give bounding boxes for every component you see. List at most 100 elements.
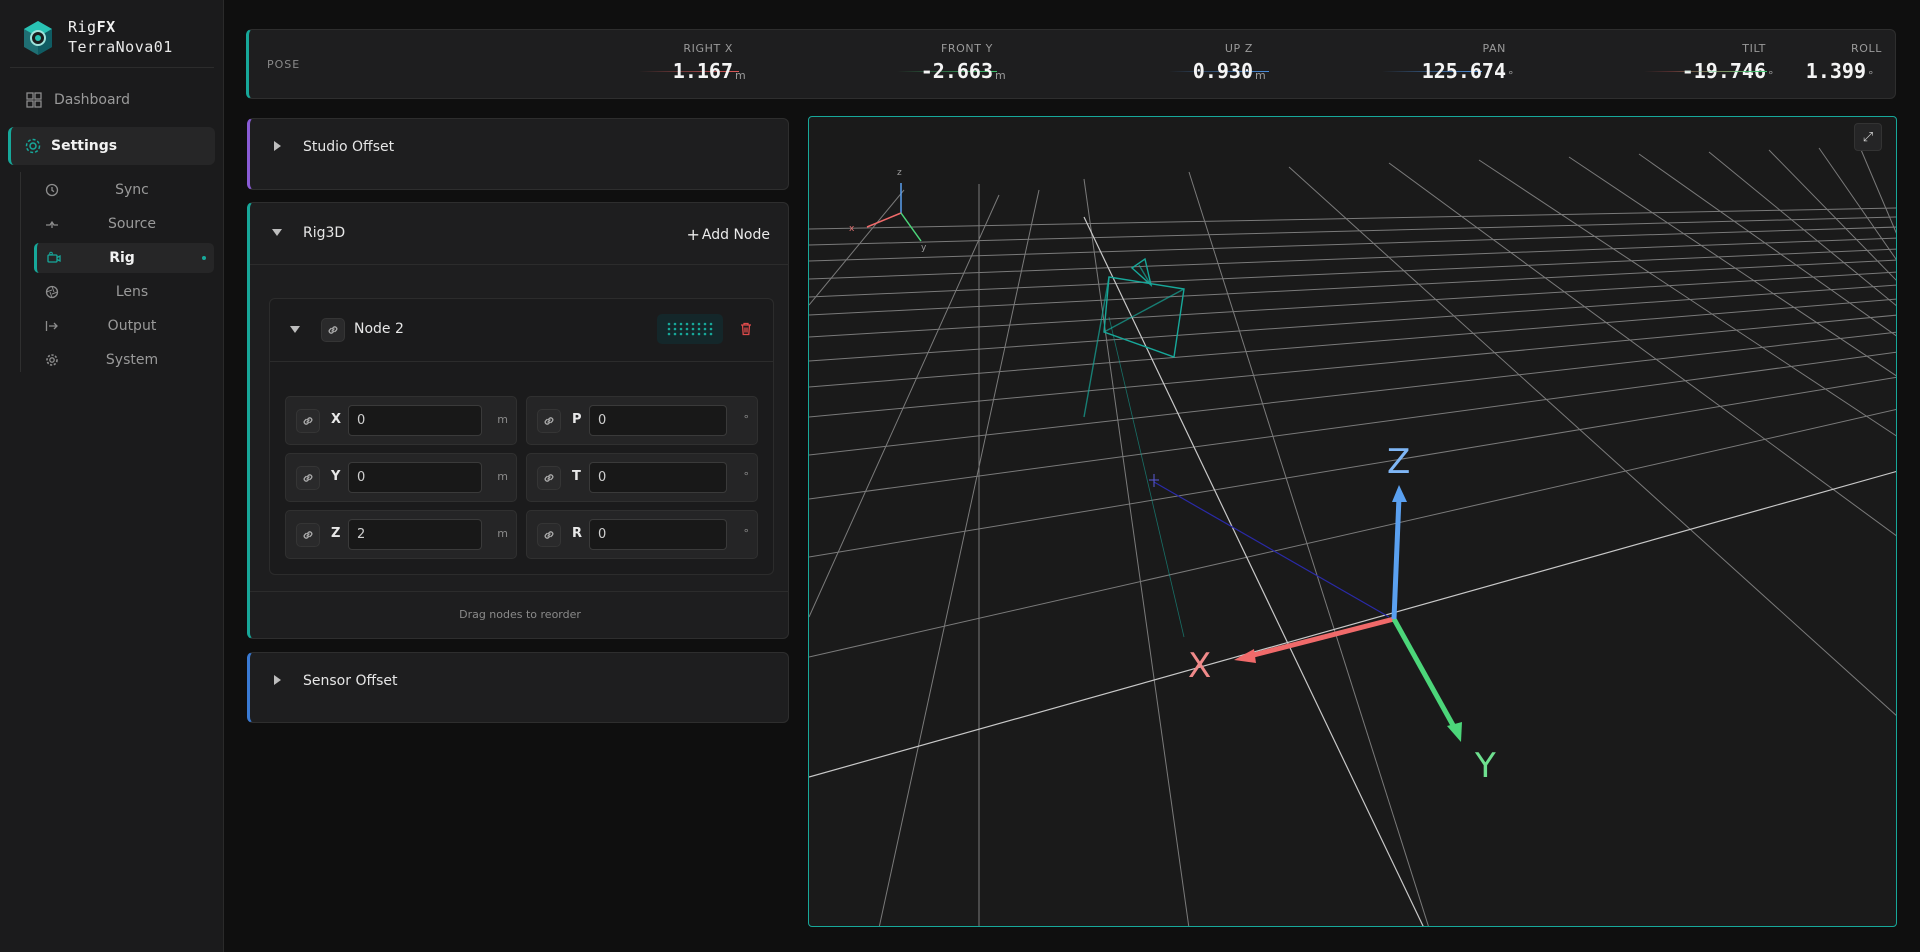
pose-label: UP Z	[1224, 42, 1253, 55]
pose-label: ROLL	[1851, 42, 1882, 55]
field-unit: °	[743, 413, 750, 426]
link-button[interactable]	[537, 466, 561, 490]
link-button[interactable]	[296, 409, 320, 433]
z-input[interactable]: 2	[348, 519, 482, 550]
field-unit: °	[743, 527, 750, 540]
subnav-item-rig[interactable]: Rig	[34, 243, 214, 273]
pose-unit: °	[1868, 69, 1874, 82]
pose-value: 1.167	[672, 59, 733, 83]
field-t: T 0 °	[526, 453, 758, 502]
panel-sensor-offset[interactable]: Sensor Offset	[247, 652, 789, 723]
y-axis-label: Y	[1474, 746, 1496, 786]
node-title: Node 2	[354, 321, 404, 337]
pose-value: 1.399	[1805, 59, 1866, 83]
divider	[270, 361, 773, 362]
3d-viewport[interactable]: X Y Z z x y ⤢	[808, 116, 1897, 927]
subnav-label: Sync	[115, 182, 149, 198]
gear-icon	[23, 137, 43, 155]
p-input[interactable]: 0	[589, 405, 727, 436]
link-icon	[544, 417, 554, 425]
pose-front-y: FRONT Y -2.663 m	[799, 42, 1009, 92]
nav-settings[interactable]: Settings	[8, 127, 215, 165]
field-x: X 0 m	[285, 396, 517, 445]
collapse-caret-icon[interactable]	[272, 229, 282, 236]
x-axis-label: X	[1188, 646, 1211, 686]
divider	[10, 67, 214, 68]
subnav-item-lens[interactable]: Lens	[35, 277, 215, 307]
subnav-item-source[interactable]: Source	[35, 209, 215, 239]
field-unit: °	[743, 470, 750, 483]
y-input[interactable]: 0	[348, 462, 482, 493]
panel-studio-offset[interactable]: Studio Offset	[247, 118, 789, 190]
pose-value: 125.674	[1421, 59, 1506, 83]
link-icon	[303, 531, 313, 539]
axes-gizmo: X Y Z	[1188, 442, 1496, 786]
link-button[interactable]	[296, 466, 320, 490]
logo-icon	[24, 21, 52, 55]
field-unit: m	[497, 527, 508, 540]
link-button[interactable]	[296, 523, 320, 547]
expand-caret-icon[interactable]	[274, 141, 281, 151]
pose-value: -2.663	[920, 59, 993, 83]
nav-settings-label: Settings	[51, 138, 118, 154]
r-input[interactable]: 0	[589, 519, 727, 550]
instance-name: TerraNova01	[68, 38, 173, 56]
subnav-item-sync[interactable]: Sync	[35, 175, 215, 205]
expand-icon: ⤢	[1862, 129, 1874, 145]
fullscreen-button[interactable]: ⤢	[1854, 123, 1882, 151]
subnav-label: Source	[107, 216, 157, 232]
add-node-button[interactable]: + Add Node	[687, 225, 771, 244]
field-p: P 0 °	[526, 396, 758, 445]
field-axis-label: Z	[331, 526, 341, 541]
subnav-label: Rig	[109, 250, 135, 266]
subnav-label: System	[105, 352, 159, 368]
subnav-item-system[interactable]: System	[35, 345, 215, 375]
trash-icon[interactable]	[738, 321, 754, 337]
expand-caret-icon[interactable]	[274, 675, 281, 685]
field-unit: m	[497, 413, 508, 426]
pose-unit: °	[1508, 69, 1514, 82]
settings-subnav: Sync Source Rig Lens Output System	[20, 172, 216, 372]
scene-canvas[interactable]: X Y Z z x y	[809, 117, 1897, 927]
active-indicator	[202, 256, 206, 260]
t-input[interactable]: 0	[589, 462, 727, 493]
app-name: RigFX	[68, 18, 116, 36]
field-axis-label: P	[572, 412, 582, 427]
subnav-item-output[interactable]: Output	[35, 311, 215, 341]
brand[interactable]: RigFX TerraNova01	[22, 18, 202, 64]
divider	[250, 591, 789, 592]
pose-unit: m	[735, 69, 746, 82]
link-button[interactable]	[537, 409, 561, 433]
pose-roll: ROLL 1.399 °	[1672, 42, 1882, 92]
corner-gizmo: z x y	[849, 168, 927, 253]
link-button[interactable]	[321, 318, 345, 342]
collapse-caret-icon[interactable]	[290, 326, 300, 333]
field-r: R 0 °	[526, 510, 758, 559]
panel-title: Rig3D	[303, 225, 346, 241]
link-icon	[303, 417, 313, 425]
pose-label: FRONT Y	[941, 42, 993, 55]
link-icon	[544, 531, 554, 539]
gizmo-x-label: x	[849, 224, 855, 234]
drag-hint: Drag nodes to reorder	[459, 608, 581, 621]
link-icon	[328, 326, 338, 334]
field-axis-label: T	[572, 469, 581, 484]
link-icon	[544, 474, 554, 482]
pose-label: RIGHT X	[683, 42, 733, 55]
drag-handle[interactable]	[657, 314, 723, 344]
panel-title: Sensor Offset	[303, 673, 398, 689]
pose-label: PAN	[1482, 42, 1506, 55]
pose-unit: m	[995, 69, 1006, 82]
pose-line	[1672, 71, 1767, 72]
pose-up-z: UP Z 0.930 m	[1059, 42, 1269, 92]
sidebar: RigFX TerraNova01 Dashboard Settings Syn…	[0, 0, 224, 952]
link-button[interactable]	[537, 523, 561, 547]
field-axis-label: Y	[331, 469, 341, 484]
gizmo-z-label: z	[897, 168, 902, 178]
subnav-label: Lens	[115, 284, 149, 300]
field-axis-label: R	[572, 526, 583, 541]
pose-unit: m	[1255, 69, 1266, 82]
x-input[interactable]: 0	[348, 405, 482, 436]
nav-dashboard[interactable]: Dashboard	[10, 84, 214, 116]
field-y: Y 0 m	[285, 453, 517, 502]
